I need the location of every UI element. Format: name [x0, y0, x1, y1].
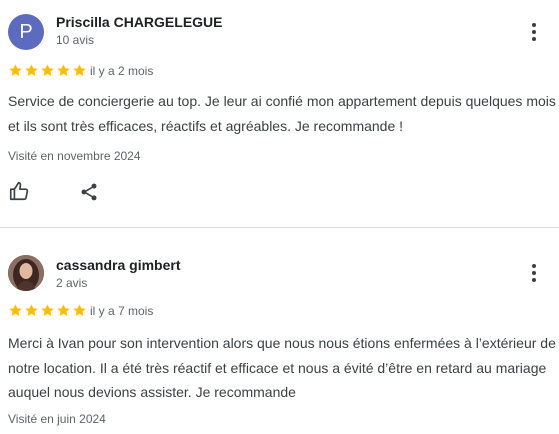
star-icon — [9, 64, 22, 77]
visit-date: Visité en juin 2024 — [8, 412, 106, 426]
star-icon — [73, 64, 86, 77]
reviewer-name[interactable]: Priscilla CHARGELEGUE — [56, 14, 223, 30]
profile-photo-icon — [8, 255, 44, 291]
review-text: Service de conciergerie au top. Je leur … — [8, 93, 556, 134]
more-options-button[interactable] — [524, 261, 544, 285]
avatar[interactable]: P — [8, 14, 44, 50]
star-icon — [73, 304, 86, 317]
thumbs-up-icon — [9, 181, 29, 201]
review-date: il y a 2 mois — [90, 64, 154, 78]
reviewer-name[interactable]: cassandra gimbert — [56, 257, 181, 273]
star-icon — [41, 304, 54, 317]
like-button[interactable] — [7, 179, 31, 203]
star-icon — [41, 64, 54, 77]
review-count[interactable]: 2 avis — [56, 276, 87, 290]
star-icon — [57, 304, 70, 317]
more-vert-icon — [532, 264, 536, 268]
avatar-letter: P — [19, 20, 33, 43]
more-vert-icon — [532, 23, 536, 27]
share-button[interactable] — [77, 180, 101, 204]
review-count[interactable]: 10 avis — [56, 33, 94, 47]
star-icon — [25, 64, 38, 77]
star-icon — [9, 304, 22, 317]
visit-date: Visité en novembre 2024 — [8, 149, 141, 163]
avatar[interactable] — [8, 255, 44, 291]
share-icon — [81, 183, 97, 201]
star-icon — [57, 64, 70, 77]
star-rating — [8, 303, 87, 318]
star-rating — [8, 63, 87, 78]
review-divider — [0, 227, 559, 228]
review-date: il y a 7 mois — [90, 304, 154, 318]
star-icon — [25, 304, 38, 317]
review-text: Merci à Ivan pour son intervention alors… — [8, 335, 556, 400]
more-options-button[interactable] — [524, 20, 544, 44]
